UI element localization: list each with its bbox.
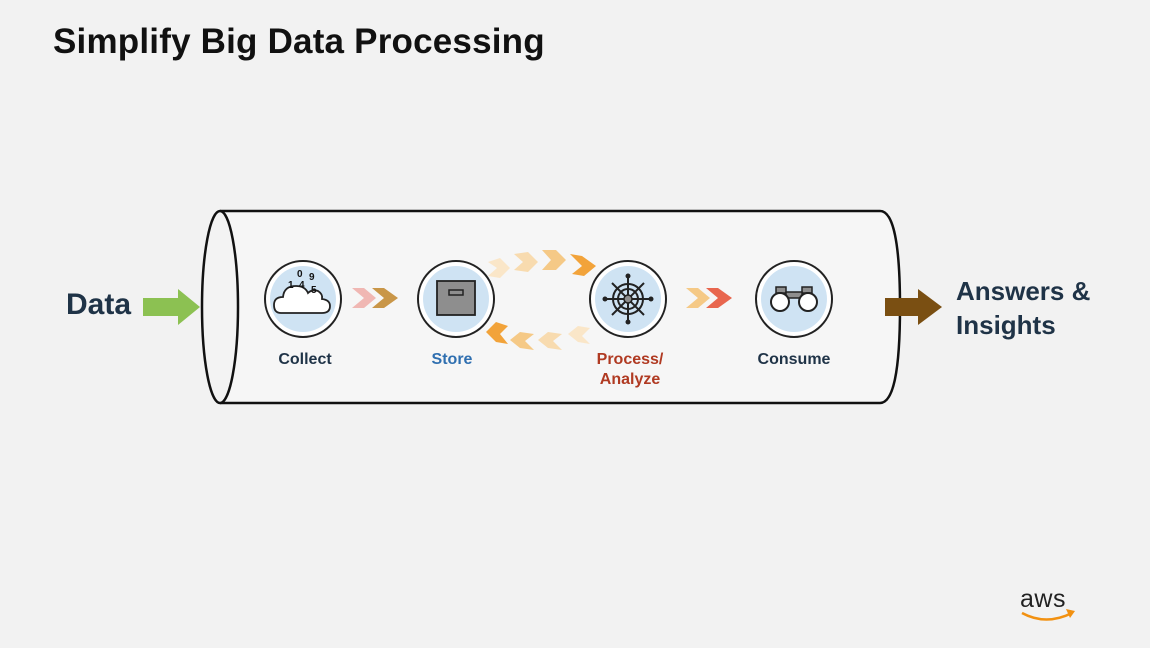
output-label-line2: Insights — [956, 310, 1056, 340]
stage-label-process: Process/ Analyze — [570, 350, 690, 390]
digit-1: 1 — [288, 280, 294, 291]
stage-label-store: Store — [431, 351, 473, 368]
binoculars-icon — [755, 260, 833, 338]
output-label-line1: Answers & — [956, 276, 1091, 306]
digit-0: 0 — [297, 269, 303, 280]
input-arrow-icon — [143, 289, 200, 325]
stage-label-collect: Collect — [278, 351, 332, 368]
aws-logo: aws — [1020, 585, 1066, 613]
digit-9: 9 — [309, 272, 315, 283]
stage-label-process-line2: Analyze — [599, 371, 661, 388]
digit-5: 5 — [311, 285, 317, 296]
storage-box-icon — [417, 260, 495, 338]
stage-label-process-line1: Process/ — [596, 351, 664, 368]
digit-4: 4 — [299, 280, 305, 291]
ship-wheel-icon — [589, 260, 667, 338]
slide: Simplify Big Data Processing 0 9 1 4 5 D… — [0, 0, 1150, 648]
input-label: Data — [66, 288, 132, 321]
cloud-data-icon: 0 9 1 4 5 — [264, 260, 342, 338]
stage-label-consume: Consume — [757, 351, 831, 368]
output-label: Answers & Insights — [956, 274, 1090, 342]
